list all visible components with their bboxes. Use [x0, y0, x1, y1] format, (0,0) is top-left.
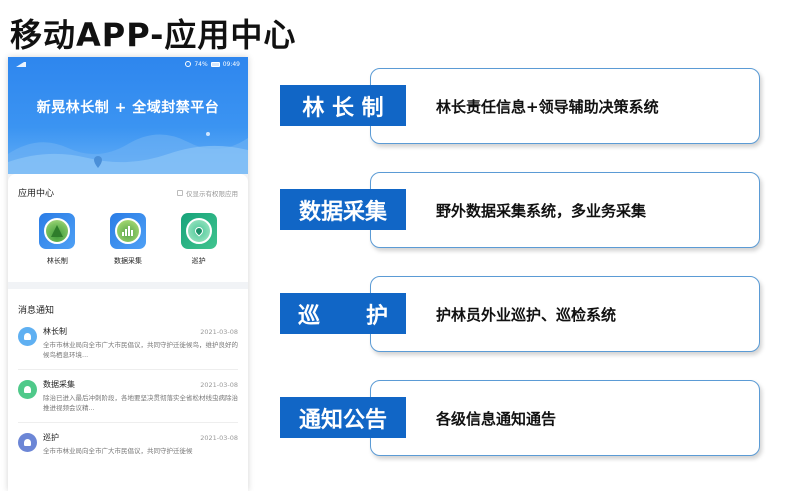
bell-icon [18, 380, 37, 399]
signal-icon [16, 61, 26, 67]
checkbox-icon[interactable] [177, 189, 183, 196]
feature-label: 数据采集 [280, 189, 406, 230]
feature-description: 林长责任信息+领导辅助决策系统 [436, 97, 659, 116]
message-title: 巡护 [43, 433, 59, 442]
status-time: 09:49 [222, 60, 240, 68]
notice-title: 消息通知 [18, 306, 55, 316]
app-label: 林长制 [46, 257, 68, 265]
app-tile-patrol[interactable]: 巡护 [169, 213, 229, 266]
status-bar: 74% 09:49 [8, 57, 248, 71]
feature-description: 护林员外业巡护、巡检系统 [436, 305, 617, 324]
feature-label: 巡 护 [280, 293, 406, 334]
message-date: 2021-03-08 [200, 327, 238, 336]
patrol-location-icon[interactable] [180, 213, 217, 249]
data-collect-icon[interactable] [109, 213, 146, 249]
bell-icon [18, 433, 37, 452]
message-preview: 全市市林业局向全市广大市民倡议，共同守护迁徙候鸟，维护良好的候鸟栖息环境... [43, 341, 238, 359]
message-preview: 除治已进入最后冲刺阶段，各地要坚决贯彻落实全省松材线虫病除治推进视频会议精... [43, 394, 238, 412]
list-item[interactable]: 数据采集 2021-03-08 除治已进入最后冲刺阶段，各地要坚决贯彻落实全省松… [18, 379, 238, 423]
app-label: 数据采集 [113, 257, 142, 265]
app-center-title: 应用中心 [18, 189, 55, 199]
bell-icon [18, 327, 37, 346]
slide-title: 移动APP-应用中心 [10, 16, 297, 54]
app-label: 巡护 [191, 257, 206, 265]
app-tile-data-collection[interactable]: 数据采集 [98, 213, 158, 266]
feature-label: 通知公告 [280, 397, 406, 438]
feature-label: 林 长 制 [280, 85, 406, 126]
message-date: 2021-03-08 [200, 380, 238, 389]
app-center-panel: 应用中心 仅显示有权限应用 林长制 数据采集 巡护 [8, 174, 248, 282]
message-title: 数据采集 [43, 380, 75, 389]
forest-icon[interactable] [39, 213, 76, 249]
list-item[interactable]: 巡护 2021-03-08 全市市林业局向全市广大市民倡议，共同守护迁徙候 [18, 432, 238, 465]
app-header-banner: 74% 09:49 新晃林长制 + 全域封禁平台 [8, 57, 248, 174]
permission-filter-label: 仅显示有权限应用 [186, 189, 238, 198]
battery-icon [210, 61, 220, 67]
mountain-landscape-illustration [8, 132, 248, 174]
battery-percent: 74% [194, 60, 208, 68]
feature-description: 各级信息通知通告 [436, 409, 557, 428]
list-item[interactable]: 林长制 2021-03-08 全市市林业局向全市广大市民倡议，共同守护迁徙候鸟，… [18, 326, 238, 370]
app-tile-forest-chief[interactable]: 林长制 [27, 213, 87, 266]
message-notice-panel: 消息通知 林长制 2021-03-08 全市市林业局向全市广大市民倡议，共同守护… [8, 289, 248, 491]
alarm-icon [185, 61, 192, 67]
message-preview: 全市市林业局向全市广大市民倡议，共同守护迁徙候 [43, 447, 193, 455]
feature-description: 野外数据采集系统，多业务采集 [436, 201, 647, 220]
message-date: 2021-03-08 [200, 433, 238, 442]
message-title: 林长制 [43, 327, 67, 336]
feature-description-box [370, 380, 760, 456]
phone-mockup: 74% 09:49 新晃林长制 + 全域封禁平台 应用中心 仅显示有权限应用 林… [8, 57, 248, 491]
permission-filter-checkbox[interactable]: 仅显示有权限应用 [177, 188, 238, 198]
